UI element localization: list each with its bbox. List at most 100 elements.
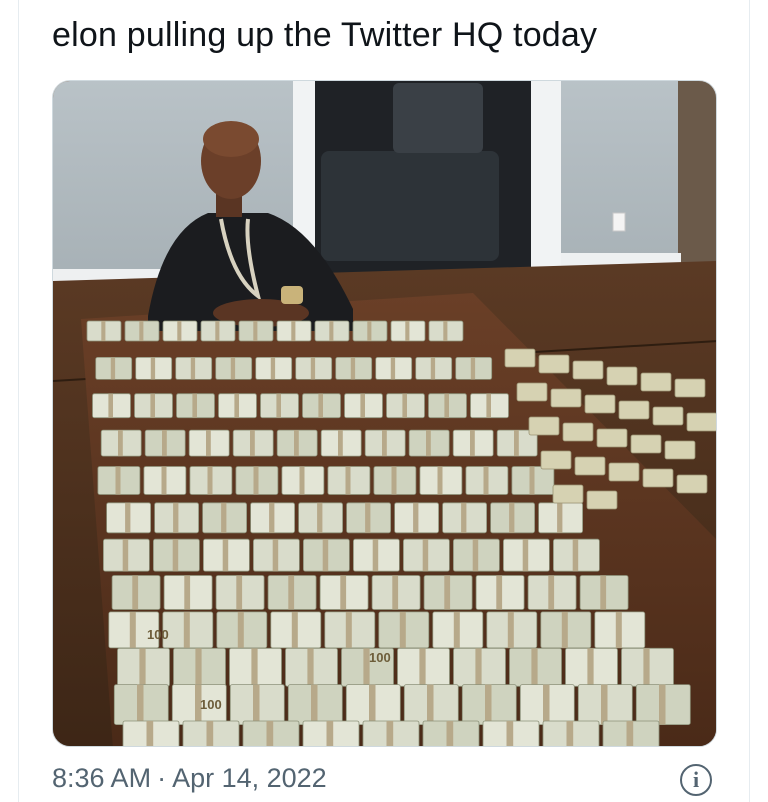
money-stack — [538, 354, 570, 374]
money-band — [307, 648, 314, 687]
money-band — [402, 393, 407, 418]
money-band — [643, 648, 650, 687]
money-band — [146, 721, 154, 746]
money-band — [129, 611, 136, 648]
money-band — [360, 393, 365, 418]
money-band — [419, 648, 426, 687]
money-band — [253, 321, 258, 341]
money-band — [253, 466, 259, 495]
money-band — [486, 393, 491, 418]
money-band — [659, 684, 666, 725]
money-band — [190, 357, 196, 380]
tweet-date: Apr 14, 2022 — [172, 763, 327, 793]
money-band — [272, 539, 279, 572]
money-band — [237, 611, 244, 648]
money-band — [529, 466, 535, 495]
money-band — [311, 684, 318, 725]
photo-scene: 100 100 100 — [53, 81, 716, 746]
money-band — [340, 575, 347, 610]
money-stack — [584, 394, 616, 414]
money-band — [253, 684, 260, 725]
money-band — [108, 393, 113, 418]
money-band — [444, 575, 451, 610]
money-band — [548, 575, 555, 610]
outlet — [612, 212, 626, 232]
money-band — [350, 357, 356, 380]
money-band — [125, 502, 131, 533]
money-band — [291, 321, 296, 341]
money-band — [329, 321, 334, 341]
money-band — [390, 357, 396, 380]
money-band — [236, 575, 243, 610]
money-stack — [516, 382, 548, 402]
tweet-detail: elon pulling up the Twitter HQ today 100… — [0, 0, 768, 802]
money-stack — [504, 348, 536, 368]
money-band — [475, 648, 482, 687]
money-band — [345, 466, 351, 495]
money-band — [399, 611, 406, 648]
money-stack — [676, 474, 708, 494]
money-band — [101, 321, 106, 341]
money-band — [413, 502, 419, 533]
money-band — [251, 648, 258, 687]
money-stack — [552, 484, 584, 504]
money-stack — [686, 412, 716, 432]
money-band — [430, 357, 436, 380]
money-band — [443, 321, 448, 341]
money-band — [506, 721, 514, 746]
money-band — [572, 539, 579, 572]
tweet-media-photo[interactable]: 100 100 100 — [52, 80, 717, 747]
money-stack — [586, 490, 618, 510]
money-band — [222, 539, 229, 572]
couch — [321, 151, 499, 261]
money-band — [177, 321, 182, 341]
money-band — [322, 539, 329, 572]
tweet-time: 8:36 AM — [52, 763, 152, 793]
money-band — [183, 611, 190, 648]
money-band — [427, 684, 434, 725]
money-band — [215, 321, 220, 341]
money-band — [162, 430, 167, 457]
money-band — [566, 721, 574, 746]
money-band — [345, 611, 352, 648]
money-stack — [550, 388, 582, 408]
separator: · — [157, 763, 167, 793]
money-band — [250, 430, 255, 457]
money-band — [150, 393, 155, 418]
money-band — [391, 466, 397, 495]
money-stack — [608, 462, 640, 482]
money-band — [150, 357, 156, 380]
money-band — [470, 357, 476, 380]
money-band — [192, 393, 197, 418]
money-band — [422, 539, 429, 572]
money-band — [522, 539, 529, 572]
tweet-timestamp[interactable]: 8:36 AM · Apr 14, 2022 — [52, 758, 327, 798]
tweet-text: elon pulling up the Twitter HQ today — [52, 16, 598, 54]
money-band — [392, 575, 399, 610]
money-stack — [664, 440, 696, 460]
banknote-denomination: 100 — [200, 697, 222, 712]
money-band — [206, 721, 214, 746]
money-band — [626, 721, 634, 746]
money-band — [601, 684, 608, 725]
money-band — [291, 611, 298, 648]
info-icon[interactable]: i — [680, 764, 712, 796]
money-band — [509, 502, 515, 533]
money-stack — [596, 428, 628, 448]
money-band — [139, 321, 144, 341]
money-band — [507, 611, 514, 648]
money-band — [587, 648, 594, 687]
money-band — [317, 502, 323, 533]
money-stack — [540, 450, 572, 470]
money-band — [326, 721, 334, 746]
money-band — [600, 575, 607, 610]
money-stack — [574, 456, 606, 476]
money-band — [514, 430, 519, 457]
money-stack — [562, 422, 594, 442]
money-band — [161, 466, 167, 495]
money-stack — [652, 406, 684, 426]
money-band — [446, 721, 454, 746]
money-band — [372, 539, 379, 572]
money-band — [270, 357, 276, 380]
money-band — [461, 502, 467, 533]
